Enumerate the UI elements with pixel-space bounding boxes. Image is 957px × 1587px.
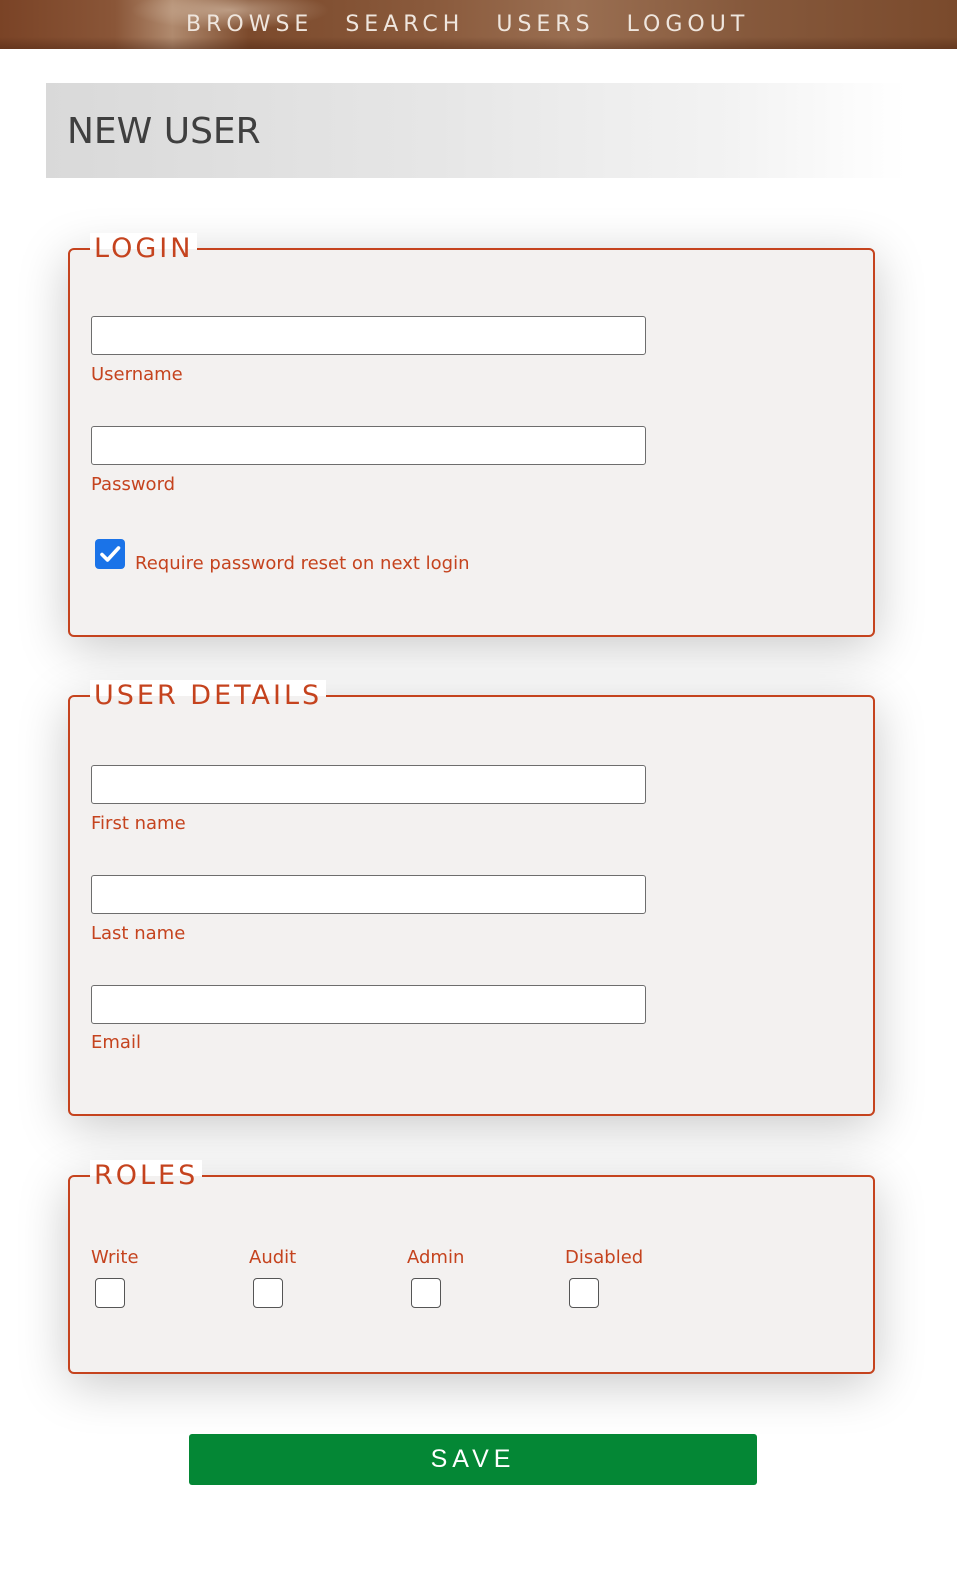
first-name-label: First name [91,813,186,834]
save-button[interactable]: SAVE [189,1434,757,1485]
checkmark-icon [100,546,121,562]
first-name-input[interactable] [91,765,646,804]
last-name-input[interactable] [91,875,646,914]
password-label: Password [91,474,176,495]
role-admin-checkbox[interactable] [411,1278,441,1308]
page-title: NEW USER [67,111,261,152]
login-legend: LOGIN [90,233,198,265]
user-details-fieldset: USER DETAILS First name Last name Email [68,680,875,1116]
role-disabled-checkbox[interactable] [569,1278,599,1308]
nav-item-logout[interactable]: LOGOUT [627,10,750,40]
password-input[interactable] [91,426,646,465]
role-audit-checkbox[interactable] [253,1278,283,1308]
username-label: Username [91,364,183,385]
roles-legend: ROLES [90,1160,203,1192]
role-admin-label: Admin [407,1247,465,1268]
login-fieldset: LOGIN Username Password Require password… [68,233,875,637]
user-details-legend: USER DETAILS [90,680,327,712]
role-audit-label: Audit [249,1247,297,1268]
page-header: NEW USER [46,83,906,178]
nav-menu: BROWSE SEARCH USERS LOGOUT [186,10,781,40]
roles-fieldset: ROLES Write Audit Admin Disabled [68,1160,875,1374]
username-input[interactable] [91,316,646,355]
nav-item-users[interactable]: USERS [496,10,594,40]
top-nav-bar: BROWSE SEARCH USERS LOGOUT [0,0,957,49]
nav-item-search[interactable]: SEARCH [345,10,464,40]
email-input[interactable] [91,985,646,1024]
email-label: Email [91,1032,141,1053]
role-disabled-label: Disabled [565,1247,644,1268]
nav-item-browse[interactable]: BROWSE [186,10,313,40]
password-reset-label: Require password reset on next login [135,553,470,574]
role-write-checkbox[interactable] [95,1278,125,1308]
password-reset-checkbox[interactable] [95,539,125,569]
role-write-label: Write [91,1247,139,1268]
last-name-label: Last name [91,923,186,944]
